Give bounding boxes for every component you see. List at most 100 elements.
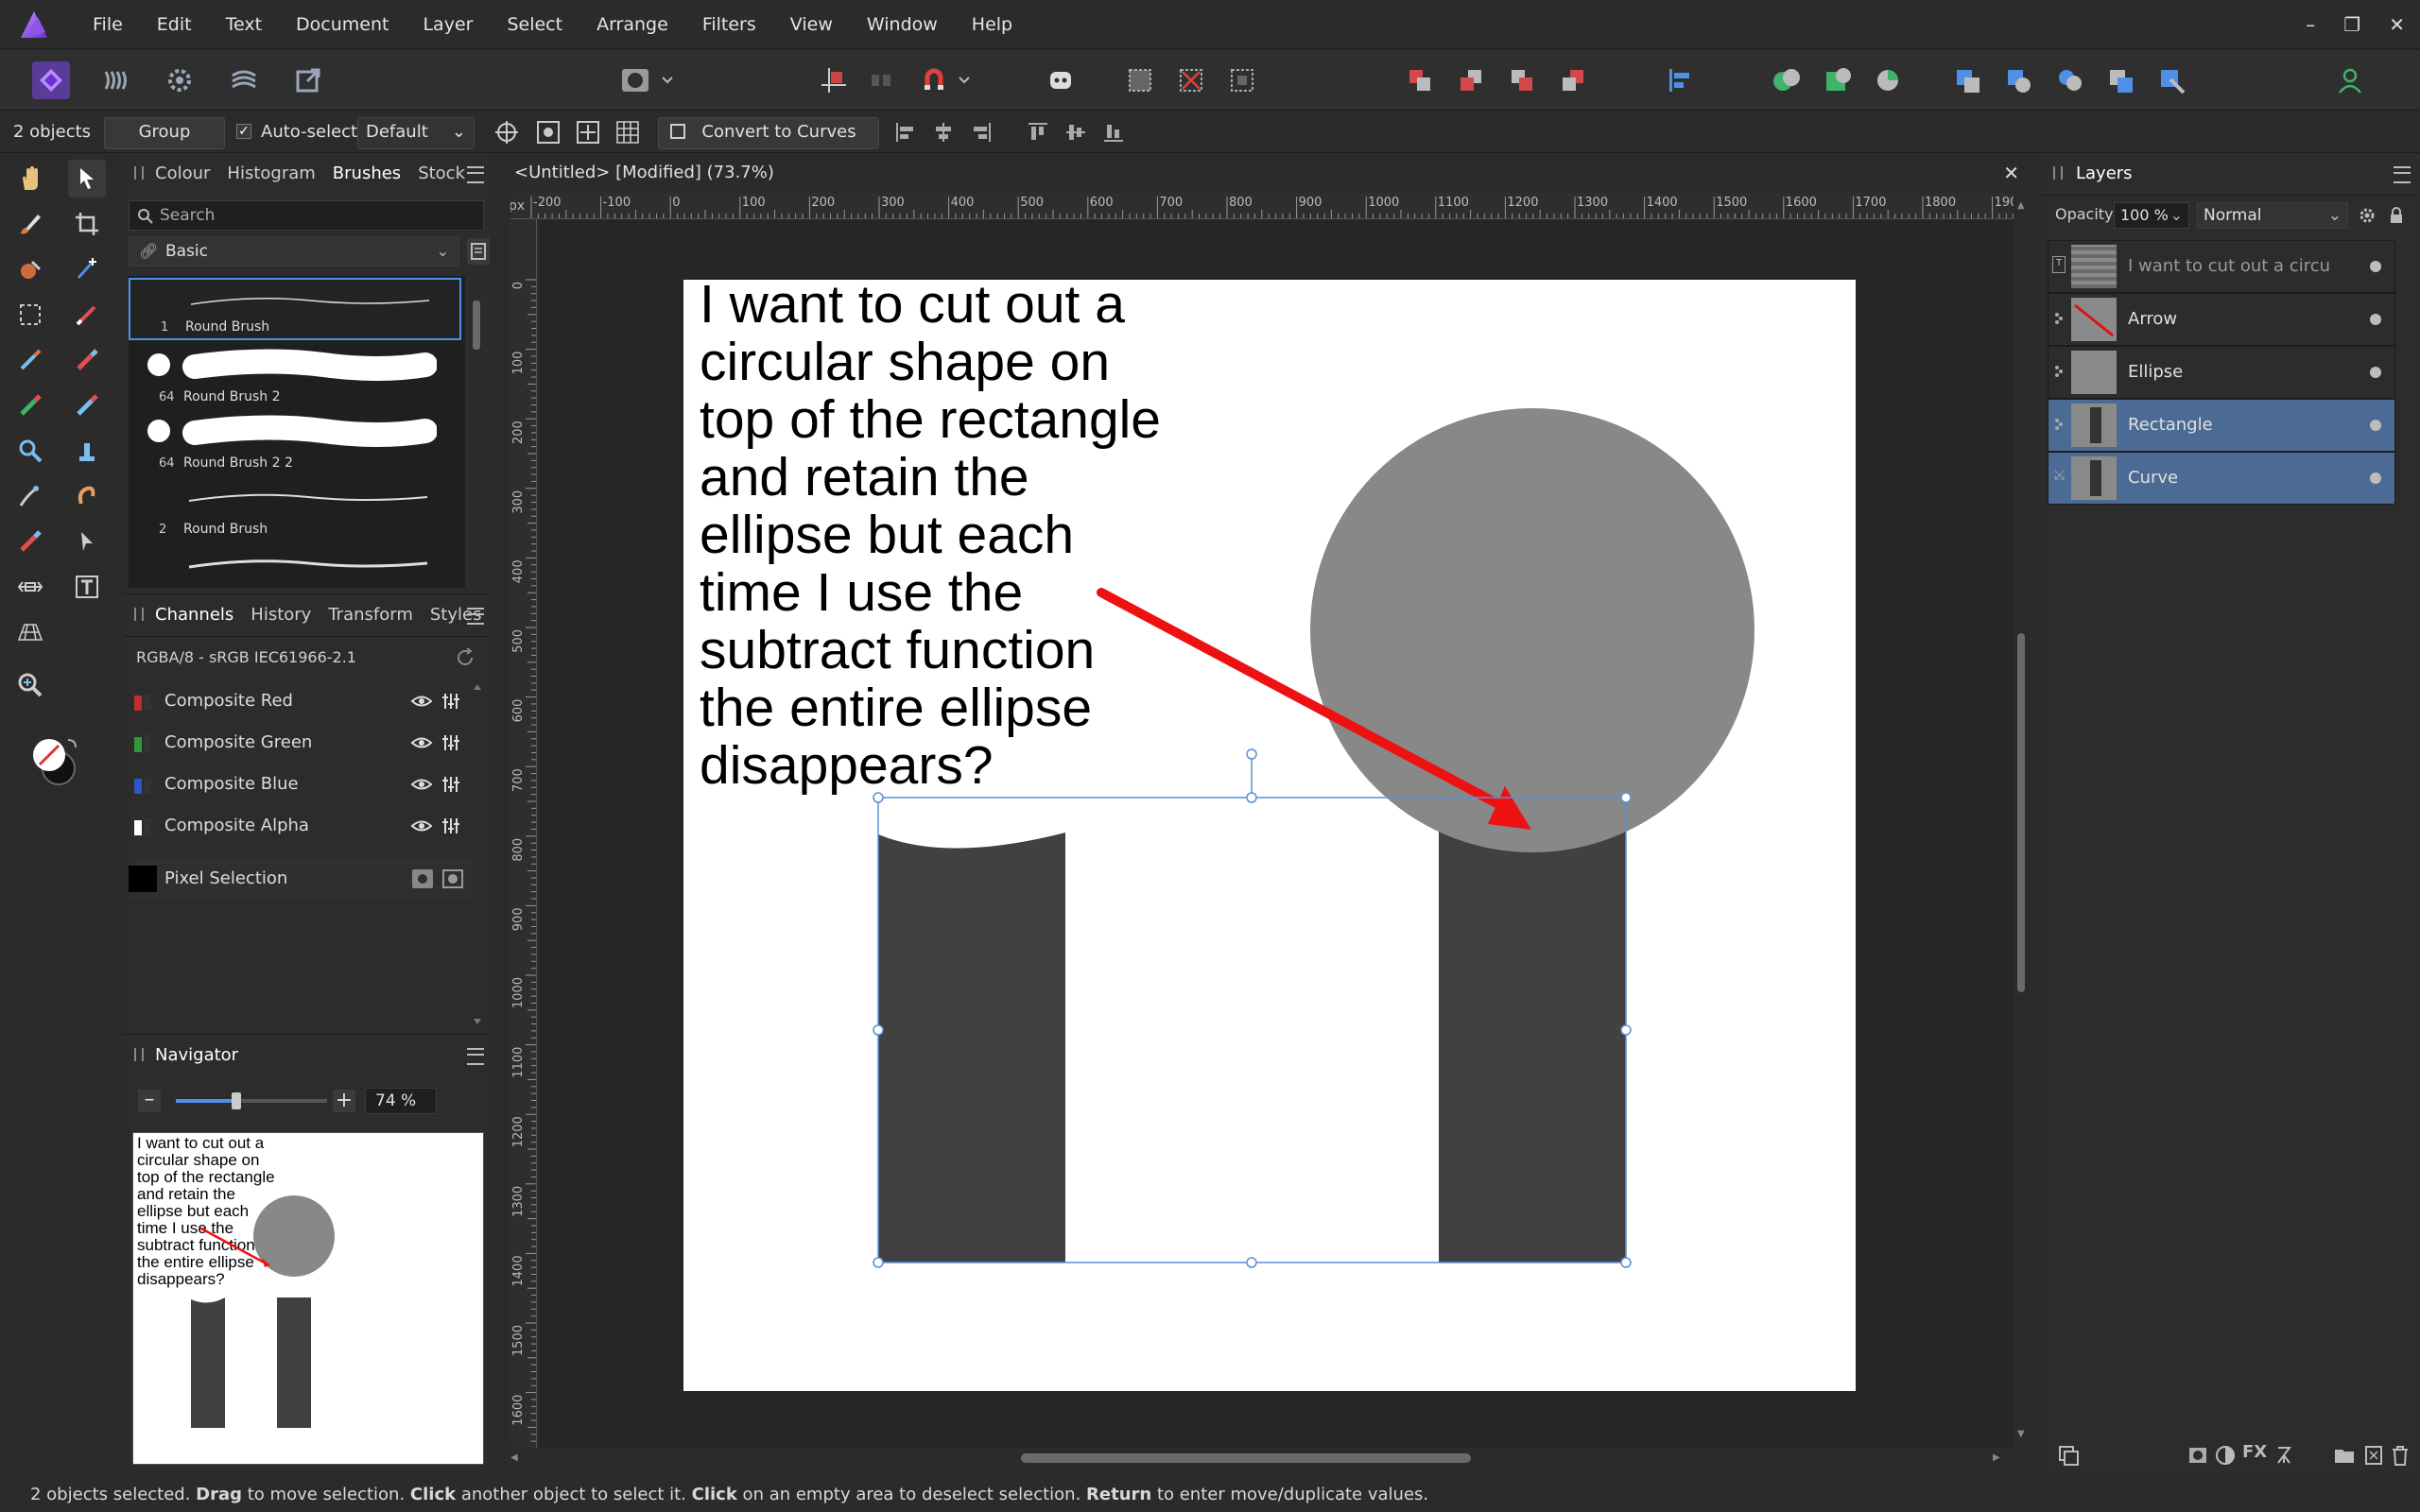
delete-layer-icon[interactable] <box>2390 1444 2411 1467</box>
erase-brush-tool-icon[interactable] <box>68 341 106 379</box>
tab-stock[interactable]: Stock <box>418 163 465 183</box>
layer-visibility-icon[interactable] <box>2370 261 2381 272</box>
photo-persona-icon[interactable] <box>32 61 70 99</box>
menu-arrange[interactable]: Arrange <box>579 0 685 49</box>
flood-fill-tool-icon[interactable] <box>11 250 49 288</box>
list-item[interactable] <box>129 542 461 588</box>
horizontal-ruler[interactable]: px -200-10001002003004005006007008009001… <box>510 193 2014 219</box>
healing-brush-tool-icon[interactable] <box>11 387 49 424</box>
boolean-subtract-icon[interactable] <box>1819 61 1857 99</box>
panel-menu-icon[interactable] <box>2394 166 2411 183</box>
rectangular-marquee-tool-icon[interactable] <box>11 296 49 334</box>
group-button[interactable]: Group <box>104 117 225 149</box>
paint-brush-tool-icon[interactable] <box>11 205 49 243</box>
eye-icon[interactable] <box>410 816 433 835</box>
perspective-tool-icon[interactable] <box>11 613 49 651</box>
sliders-icon[interactable] <box>441 775 461 794</box>
smudge-brush-tool-icon[interactable] <box>11 477 49 515</box>
menu-document[interactable]: Document <box>279 0 406 49</box>
zoom-value-field[interactable]: 74 % <box>365 1088 437 1114</box>
show-bounds-icon[interactable] <box>535 119 562 146</box>
curve-shape[interactable] <box>878 833 1065 1263</box>
navigator-preview[interactable]: I want to cut out a circular shape on top … <box>132 1132 484 1465</box>
sliders-icon[interactable] <box>441 733 461 752</box>
autoselect-dropdown[interactable]: Default ⌄ <box>357 117 475 149</box>
close-window-icon[interactable]: ✕ <box>2389 13 2405 36</box>
zoom-in-button[interactable]: + <box>333 1090 355 1112</box>
view-tool-hand-icon[interactable] <box>11 160 49 198</box>
chevron-down-icon[interactable] <box>953 61 976 99</box>
blend-mode-dropdown[interactable]: Normal ⌄ <box>2197 202 2348 229</box>
layer-visibility-icon[interactable] <box>2370 367 2381 378</box>
document-title[interactable]: <Untitled> [Modified] (73.7%) <box>514 153 774 193</box>
grid-icon[interactable] <box>614 119 641 146</box>
affinity-photo-logo-icon[interactable] <box>17 8 51 42</box>
align-bottom-small-icon[interactable] <box>1102 121 1125 144</box>
align-middle-small-icon[interactable] <box>1064 121 1087 144</box>
tab-history[interactable]: History <box>251 605 311 625</box>
boolean-xor-icon[interactable] <box>1949 61 1987 99</box>
brush-category-dropdown[interactable]: 🔗︎ Basic ⌄ <box>129 236 459 266</box>
fx-icon[interactable]: FX <box>2242 1442 2267 1462</box>
opacity-field[interactable]: 100 % ⌄ <box>2114 202 2189 229</box>
align-right-small-icon[interactable] <box>970 121 993 144</box>
arrange-backward-icon[interactable] <box>1452 61 1490 99</box>
move-tool-icon[interactable] <box>68 160 106 198</box>
paint-mixer-tool-icon[interactable] <box>68 296 106 334</box>
menu-filters[interactable]: Filters <box>685 0 773 49</box>
ellipse-shape[interactable] <box>1310 408 1754 852</box>
vertical-scrollbar-thumb[interactable] <box>2017 633 2025 992</box>
liquify-persona-icon[interactable] <box>96 61 134 99</box>
align-center-small-icon[interactable] <box>932 121 955 144</box>
deselect-icon[interactable] <box>1172 61 1210 99</box>
scroll-right-arrow-icon[interactable]: ▶ <box>1993 1452 2002 1463</box>
menu-view[interactable]: View <box>773 0 850 49</box>
menu-help[interactable]: Help <box>955 0 1029 49</box>
geometry-icon[interactable] <box>2102 61 2140 99</box>
zoom-slider-thumb[interactable] <box>232 1092 241 1109</box>
live-filter-icon[interactable] <box>2274 1444 2293 1467</box>
adjustment-icon[interactable] <box>2214 1444 2237 1467</box>
arrange-back-icon[interactable] <box>1401 61 1439 99</box>
panel-grip-icon[interactable] <box>134 608 144 621</box>
list-item[interactable]: 64 Round Brush 2 2 <box>129 410 461 474</box>
chevron-down-icon[interactable] <box>656 61 679 99</box>
menu-file[interactable]: File <box>76 0 140 49</box>
selection-brush-tool-icon[interactable] <box>68 250 106 288</box>
blemish-removal-tool-icon[interactable] <box>68 477 106 515</box>
mesh-warp-tool-icon[interactable] <box>11 568 49 606</box>
quick-mask-icon[interactable] <box>614 61 656 99</box>
geometry-2-icon[interactable] <box>2153 61 2191 99</box>
boolean-intersect-icon[interactable] <box>1870 61 1908 99</box>
align-left-icon[interactable] <box>1660 61 1698 99</box>
transform-origin-icon[interactable] <box>493 119 520 146</box>
brush-list-scrollbar[interactable] <box>471 276 482 588</box>
scroll-down-arrow-icon[interactable]: ▼ <box>2017 1429 2027 1439</box>
pixel-selection-row[interactable]: Pixel Selection <box>129 858 473 900</box>
sliders-icon[interactable] <box>441 692 461 711</box>
zoom-out-button[interactable]: – <box>138 1090 161 1112</box>
minimize-icon[interactable]: – <box>2306 13 2315 36</box>
snapping-icon[interactable] <box>815 61 853 99</box>
restore-icon[interactable]: ❐ <box>2343 13 2360 36</box>
layer-row[interactable]: ⤩ Curve <box>2048 452 2395 505</box>
alignment-handles-icon[interactable] <box>575 119 601 146</box>
panel-menu-icon[interactable] <box>467 166 484 183</box>
magnet-icon[interactable] <box>915 61 953 99</box>
layer-visibility-icon[interactable] <box>2370 420 2381 431</box>
red-eye-tool-icon[interactable] <box>11 523 49 560</box>
stamp-tool-icon[interactable] <box>68 432 106 470</box>
panel-grip-icon[interactable] <box>134 1048 144 1061</box>
invert-selection-icon[interactable] <box>1223 61 1261 99</box>
align-top-small-icon[interactable] <box>1027 121 1049 144</box>
gear-icon[interactable] <box>2358 206 2377 225</box>
eye-icon[interactable] <box>410 692 433 711</box>
layer-row[interactable]: T I want to cut out a circu <box>2048 240 2395 293</box>
tab-transform[interactable]: Transform <box>328 605 413 625</box>
close-document-icon[interactable]: ✕ <box>2003 153 2019 193</box>
panel-grip-icon[interactable] <box>134 166 144 180</box>
arrange-forward-icon[interactable] <box>1503 61 1541 99</box>
zoom-magnifier-tool-icon[interactable] <box>11 432 49 470</box>
user-account-icon[interactable] <box>2331 61 2369 99</box>
clone-brush-tool-icon[interactable] <box>11 341 49 379</box>
